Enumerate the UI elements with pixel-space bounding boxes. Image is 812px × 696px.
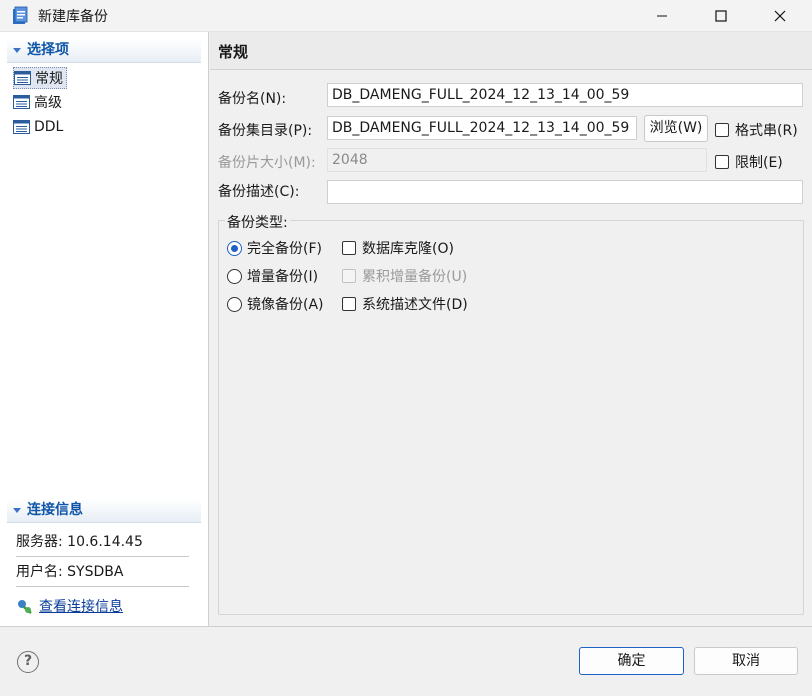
close-button[interactable] — [757, 0, 803, 32]
sidebar-item-label: DDL — [34, 119, 64, 135]
left-pane: 选择项 常规 高级 DDL 连接信息 服务器: 10.6.14.45 用户名: … — [0, 32, 209, 626]
full-backup-radio[interactable]: 完全备份(F) — [227, 238, 322, 258]
list-icon — [13, 120, 30, 134]
sidebar-item-label: 常规 — [35, 71, 63, 87]
minimize-button[interactable] — [639, 0, 685, 32]
minimize-icon — [657, 15, 667, 17]
server-info: 服务器: 10.6.14.45 — [16, 528, 189, 557]
sidebar-item-label: 高级 — [34, 95, 62, 111]
connection-section-header[interactable]: 连接信息 — [7, 499, 201, 523]
list-icon — [13, 95, 30, 109]
maximize-button[interactable] — [698, 0, 744, 32]
cumulative-incremental-label: 累积增量备份(U) — [362, 269, 468, 285]
checkbox-box — [342, 241, 356, 255]
format-string-label: 格式串(R) — [735, 123, 798, 139]
connection-info-icon — [18, 599, 32, 614]
checkbox-box — [342, 297, 356, 311]
page-title: 常规 — [218, 43, 249, 61]
sidebar-item-general[interactable]: 常规 — [13, 67, 67, 89]
sidebar-item-ddl[interactable]: DDL — [13, 116, 66, 138]
right-pane: 常规 备份名(N): DB_DAMENG_FULL_2024_12_13_14_… — [210, 32, 812, 626]
db-clone-label: 数据库克隆(O) — [362, 241, 454, 257]
close-icon — [774, 10, 786, 22]
help-icon: ? — [23, 653, 33, 669]
browse-button[interactable]: 浏览(W) — [644, 115, 708, 142]
ok-button[interactable]: 确定 — [579, 647, 684, 675]
backup-name-field[interactable]: DB_DAMENG_FULL_2024_12_13_14_00_59 — [327, 83, 803, 107]
mirror-backup-radio[interactable]: 镜像备份(A) — [227, 294, 324, 314]
full-backup-label: 完全备份(F) — [247, 241, 322, 257]
sidebar-item-advanced[interactable]: 高级 — [13, 91, 65, 113]
window-title: 新建库备份 — [38, 9, 108, 25]
backup-name-label: 备份名(N): — [218, 91, 287, 107]
title-bar: 新建库备份 — [0, 0, 812, 32]
user-info: 用户名: SYSDBA — [16, 558, 189, 587]
connection-section-title: 连接信息 — [27, 502, 83, 518]
cumulative-incremental-checkbox[interactable]: 累积增量备份(U) — [342, 266, 467, 286]
select-section-title: 选择项 — [27, 42, 69, 58]
checkbox-box — [342, 269, 356, 283]
backup-desc-label: 备份描述(C): — [218, 184, 300, 200]
collapse-caret-icon — [13, 48, 21, 53]
button-bar: ? 确定 取消 — [0, 626, 812, 696]
format-string-checkbox[interactable]: 格式串(R) — [715, 120, 798, 140]
radio-dot — [227, 240, 242, 256]
cancel-button[interactable]: 取消 — [694, 647, 798, 675]
backup-type-group-title: 备份类型: — [225, 212, 290, 232]
backup-dir-field[interactable]: DB_DAMENG_FULL_2024_12_13_14_00_59 — [327, 116, 637, 140]
piece-size-field[interactable]: 2048 — [327, 148, 707, 172]
list-icon — [14, 71, 31, 85]
piece-size-label: 备份片大小(M): — [218, 155, 316, 171]
checkbox-box — [715, 155, 729, 169]
view-connection-link[interactable]: 查看连接信息 — [39, 596, 123, 616]
system-desc-file-checkbox[interactable]: 系统描述文件(D) — [342, 294, 468, 314]
backup-dir-label: 备份集目录(P): — [218, 123, 313, 139]
radio-dot — [227, 268, 242, 284]
radio-dot — [227, 296, 242, 312]
maximize-icon — [715, 10, 727, 22]
backup-desc-field[interactable] — [327, 180, 803, 204]
limit-label: 限制(E) — [735, 155, 783, 171]
page-header: 常规 — [210, 32, 812, 70]
db-clone-checkbox[interactable]: 数据库克隆(O) — [342, 238, 454, 258]
checkbox-box — [715, 123, 729, 137]
limit-checkbox[interactable]: 限制(E) — [715, 152, 783, 172]
select-section-header[interactable]: 选择项 — [7, 39, 201, 63]
view-connection-link-row[interactable]: 查看连接信息 — [16, 596, 123, 616]
backup-app-icon — [13, 6, 28, 24]
mirror-backup-label: 镜像备份(A) — [247, 297, 324, 313]
incremental-backup-radio[interactable]: 增量备份(I) — [227, 266, 318, 286]
incremental-backup-label: 增量备份(I) — [247, 269, 319, 285]
system-desc-file-label: 系统描述文件(D) — [362, 297, 468, 313]
help-button[interactable]: ? — [17, 651, 39, 673]
collapse-caret-icon — [13, 508, 21, 513]
